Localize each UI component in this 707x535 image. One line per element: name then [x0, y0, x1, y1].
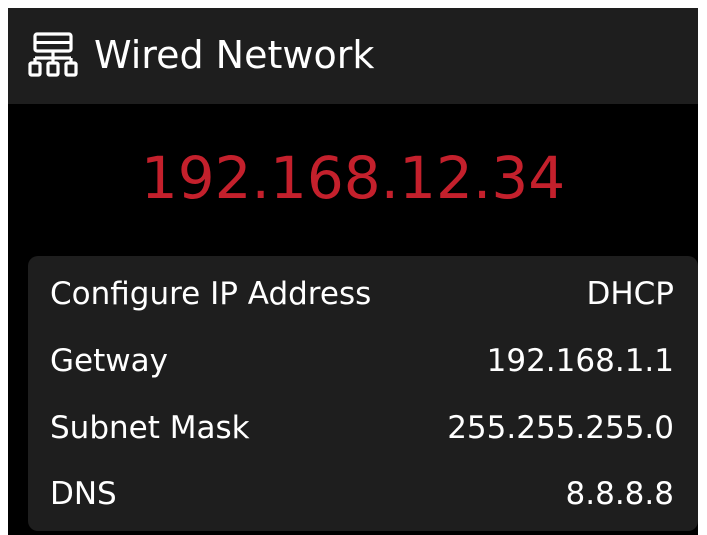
detail-label: Getway	[50, 343, 168, 379]
detail-row-subnet-mask: Subnet Mask 255.255.255.0	[28, 395, 698, 461]
detail-value: 255.255.255.0	[447, 410, 674, 446]
network-details-card: Configure IP Address DHCP Getway 192.168…	[28, 256, 698, 531]
detail-row-gateway: Getway 192.168.1.1	[28, 328, 698, 394]
detail-value: 8.8.8.8	[565, 476, 674, 512]
ip-address-display: 192.168.12.34	[140, 144, 566, 212]
detail-value: 192.168.1.1	[486, 343, 674, 379]
detail-label: Subnet Mask	[50, 410, 250, 446]
detail-value: DHCP	[586, 276, 674, 312]
wired-network-screen: Wired Network 192.168.12.34 Configure IP…	[8, 8, 698, 535]
detail-label: DNS	[50, 476, 117, 512]
network-icon	[28, 32, 78, 78]
detail-label: Configure IP Address	[50, 276, 372, 312]
page-title: Wired Network	[94, 33, 375, 77]
header-bar: Wired Network	[8, 8, 698, 104]
detail-row-dns: DNS 8.8.8.8	[28, 461, 698, 527]
detail-row-configure-ip[interactable]: Configure IP Address DHCP	[28, 261, 698, 327]
